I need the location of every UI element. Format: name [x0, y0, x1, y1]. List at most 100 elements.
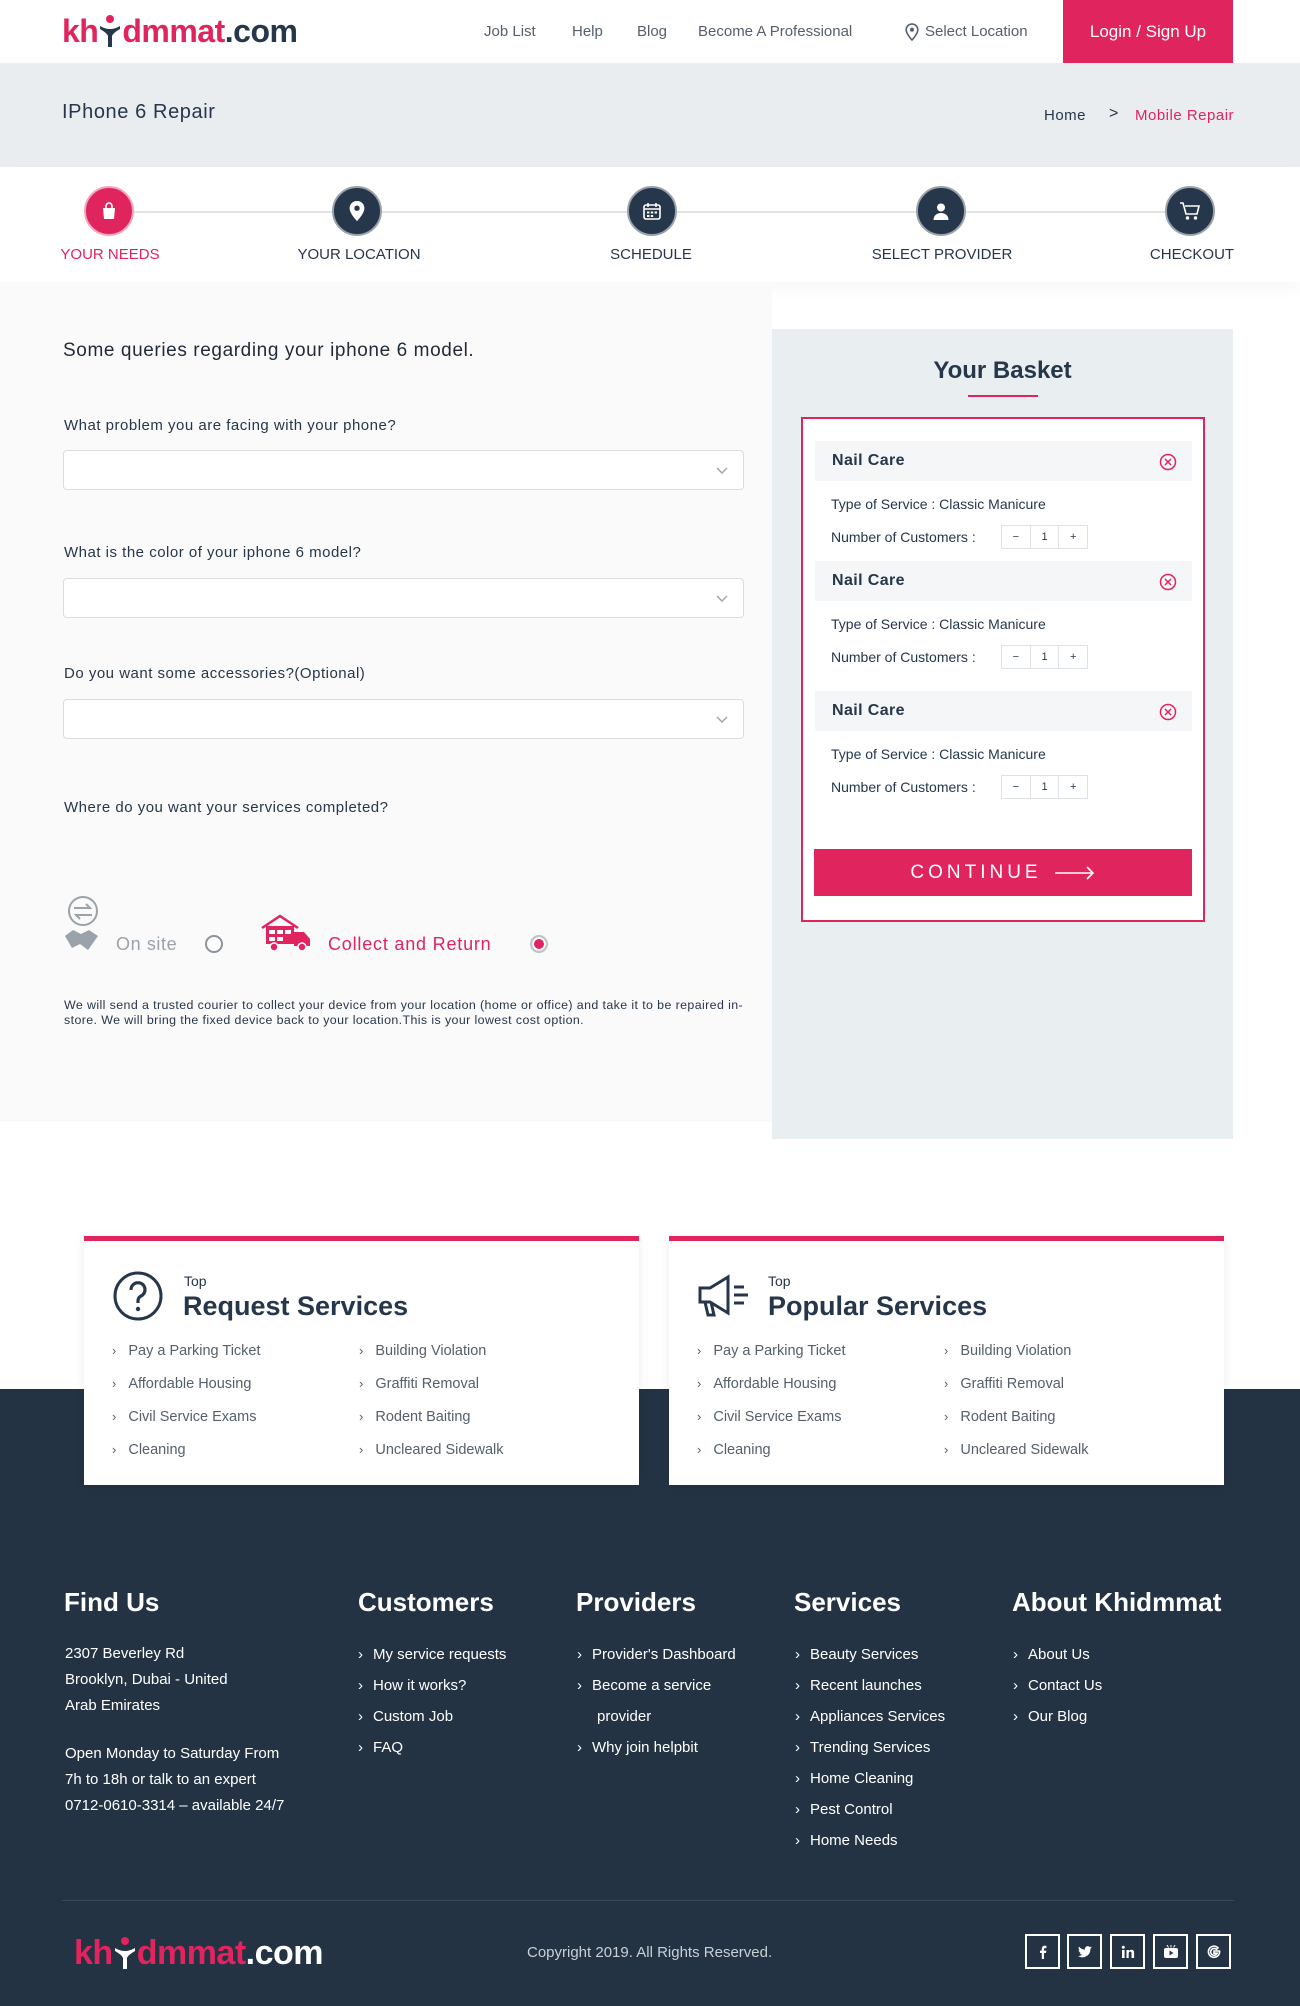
- step-label-checkout[interactable]: CHECKOUT: [1150, 246, 1234, 263]
- footer-link-label[interactable]: Appliances Services: [810, 1708, 945, 1725]
- youtube-button[interactable]: [1153, 1934, 1188, 1969]
- nav-blog[interactable]: Blog: [637, 0, 667, 63]
- service-link-label[interactable]: Graffiti Removal: [960, 1376, 1064, 1392]
- footer-link-label[interactable]: Provider's Dashboard: [592, 1646, 736, 1663]
- nav-help-label[interactable]: Help: [572, 23, 603, 40]
- step-select-provider[interactable]: [916, 186, 966, 236]
- accessories-select[interactable]: [63, 699, 744, 739]
- service-link[interactable]: › Building Violation: [944, 1343, 1071, 1359]
- option-onsite-radio[interactable]: [205, 935, 223, 953]
- footer-link-label[interactable]: Pest Control: [810, 1801, 893, 1818]
- remove-item-icon[interactable]: [1159, 703, 1177, 721]
- service-link-label[interactable]: Affordable Housing: [713, 1376, 836, 1392]
- footer-link-label[interactable]: My service requests: [373, 1646, 506, 1663]
- service-link[interactable]: › Uncleared Sidewalk: [944, 1442, 1089, 1458]
- service-link-label[interactable]: Pay a Parking Ticket: [713, 1343, 845, 1359]
- footer-link[interactable]: › Recent launches: [795, 1677, 922, 1694]
- nav-blog-label[interactable]: Blog: [637, 23, 667, 40]
- footer-link-label[interactable]: Home Cleaning: [810, 1770, 913, 1787]
- continue-button[interactable]: CONTINUE: [814, 849, 1192, 896]
- breadcrumb-current[interactable]: Mobile Repair: [1135, 107, 1234, 124]
- problem-select[interactable]: [63, 450, 744, 490]
- quantity-value[interactable]: 1: [1031, 646, 1060, 668]
- service-link[interactable]: › Affordable Housing: [697, 1376, 836, 1392]
- service-link[interactable]: › Rodent Baiting: [944, 1409, 1055, 1425]
- footer-logo[interactable]: kh dmmat.com: [74, 1930, 324, 1976]
- decrement-button[interactable]: −: [1002, 776, 1031, 798]
- service-link-label[interactable]: Building Violation: [375, 1343, 486, 1359]
- quantity-stepper[interactable]: − 1 +: [1001, 525, 1088, 549]
- breadcrumb-home[interactable]: Home: [1044, 107, 1086, 124]
- service-link[interactable]: › Cleaning: [112, 1442, 186, 1458]
- footer-link-continuation[interactable]: provider: [597, 1708, 651, 1725]
- service-link-label[interactable]: Rodent Baiting: [375, 1409, 470, 1425]
- footer-link[interactable]: › Contact Us: [1013, 1677, 1102, 1694]
- service-link[interactable]: › Cleaning: [697, 1442, 771, 1458]
- footer-link[interactable]: › Appliances Services: [795, 1708, 945, 1725]
- nav-job-list-label[interactable]: Job List: [484, 23, 536, 40]
- step-checkout[interactable]: [1165, 186, 1215, 236]
- footer-link-label[interactable]: FAQ: [373, 1739, 403, 1756]
- footer-link-label[interactable]: Our Blog: [1028, 1708, 1087, 1725]
- step-label-select-provider[interactable]: SELECT PROVIDER: [872, 246, 1013, 263]
- nav-become-professional[interactable]: Become A Professional: [698, 0, 852, 63]
- facebook-button[interactable]: [1025, 1934, 1060, 1969]
- site-logo[interactable]: kh dmmat.com: [62, 8, 312, 54]
- footer-link[interactable]: › Why join helpbit: [577, 1739, 698, 1756]
- footer-link[interactable]: › Custom Job: [358, 1708, 453, 1725]
- quantity-value[interactable]: 1: [1031, 526, 1060, 548]
- service-link[interactable]: › Civil Service Exams: [112, 1409, 256, 1425]
- footer-link-label[interactable]: Recent launches: [810, 1677, 922, 1694]
- footer-link[interactable]: › Home Needs: [795, 1832, 898, 1849]
- footer-link-label[interactable]: Why join helpbit: [592, 1739, 698, 1756]
- option-collect-radio[interactable]: [530, 935, 548, 953]
- quantity-stepper[interactable]: − 1 +: [1001, 775, 1088, 799]
- service-link-label[interactable]: Rodent Baiting: [960, 1409, 1055, 1425]
- option-onsite-label[interactable]: On site: [116, 934, 177, 955]
- footer-link[interactable]: › My service requests: [358, 1646, 506, 1663]
- color-select[interactable]: [63, 578, 744, 618]
- service-link-label[interactable]: Uncleared Sidewalk: [960, 1442, 1088, 1458]
- footer-link[interactable]: › Provider's Dashboard: [577, 1646, 736, 1663]
- footer-link[interactable]: › About Us: [1013, 1646, 1090, 1663]
- service-link-label[interactable]: Graffiti Removal: [375, 1376, 479, 1392]
- service-link[interactable]: › Rodent Baiting: [359, 1409, 470, 1425]
- footer-link[interactable]: › Beauty Services: [795, 1646, 918, 1663]
- service-link-label[interactable]: Building Violation: [960, 1343, 1071, 1359]
- step-label-your-location[interactable]: YOUR LOCATION: [297, 246, 420, 263]
- nav-become-professional-label[interactable]: Become A Professional: [698, 23, 852, 40]
- step-label-schedule[interactable]: SCHEDULE: [610, 246, 692, 263]
- service-link-label[interactable]: Affordable Housing: [128, 1376, 251, 1392]
- footer-link-label[interactable]: How it works?: [373, 1677, 466, 1694]
- service-link[interactable]: › Affordable Housing: [112, 1376, 251, 1392]
- service-link-label[interactable]: Pay a Parking Ticket: [128, 1343, 260, 1359]
- option-collect-label[interactable]: Collect and Return: [328, 934, 491, 955]
- service-link-label[interactable]: Civil Service Exams: [128, 1409, 256, 1425]
- footer-link-label[interactable]: Home Needs: [810, 1832, 898, 1849]
- service-link-label[interactable]: Civil Service Exams: [713, 1409, 841, 1425]
- footer-link-label[interactable]: Trending Services: [810, 1739, 930, 1756]
- service-link[interactable]: › Building Violation: [359, 1343, 486, 1359]
- footer-link-label[interactable]: About Us: [1028, 1646, 1090, 1663]
- footer-link[interactable]: › FAQ: [358, 1739, 403, 1756]
- linkedin-button[interactable]: [1110, 1934, 1145, 1969]
- service-link[interactable]: › Civil Service Exams: [697, 1409, 841, 1425]
- remove-item-icon[interactable]: [1159, 453, 1177, 471]
- footer-link-label[interactable]: Beauty Services: [810, 1646, 918, 1663]
- footer-link[interactable]: › Become a service: [577, 1677, 711, 1694]
- decrement-button[interactable]: −: [1002, 526, 1031, 548]
- login-signup-button[interactable]: Login / Sign Up: [1063, 0, 1233, 63]
- remove-item-icon[interactable]: [1159, 573, 1177, 591]
- footer-link-label[interactable]: Contact Us: [1028, 1677, 1102, 1694]
- step-your-needs[interactable]: [84, 186, 134, 236]
- service-link-label[interactable]: Cleaning: [128, 1442, 185, 1458]
- footer-link-label[interactable]: Custom Job: [373, 1708, 453, 1725]
- select-location[interactable]: Select Location: [905, 0, 1028, 63]
- nav-help[interactable]: Help: [572, 0, 603, 63]
- increment-button[interactable]: +: [1059, 646, 1087, 668]
- google-button[interactable]: [1196, 1934, 1231, 1969]
- footer-link[interactable]: › Trending Services: [795, 1739, 930, 1756]
- quantity-value[interactable]: 1: [1031, 776, 1060, 798]
- footer-link[interactable]: › Pest Control: [795, 1801, 893, 1818]
- service-link[interactable]: › Uncleared Sidewalk: [359, 1442, 504, 1458]
